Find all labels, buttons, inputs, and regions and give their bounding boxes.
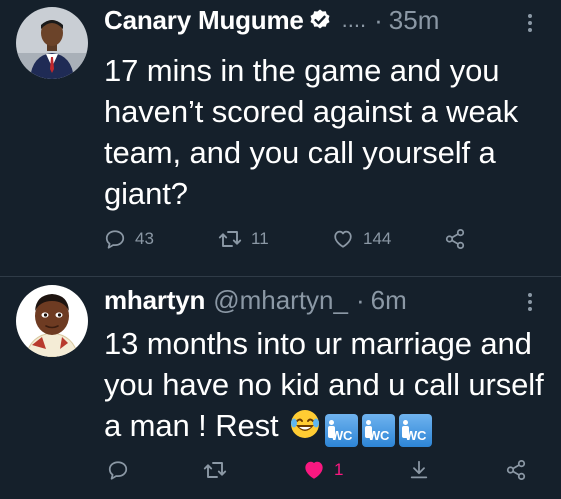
avatar[interactable] — [16, 285, 88, 357]
share-icon — [445, 228, 465, 250]
reply-icon — [108, 461, 128, 480]
tweet-text-body: 13 months into ur marriage and you have … — [104, 326, 544, 443]
more-vertical-icon[interactable] — [527, 291, 533, 313]
retweet-button[interactable]: 11 — [218, 228, 269, 250]
heart-icon — [334, 230, 352, 248]
author-handle[interactable]: @mhartyn_ — [213, 285, 348, 316]
author-name[interactable]: mhartyn — [104, 285, 205, 316]
share-button[interactable] — [444, 228, 466, 250]
tweet-time[interactable]: 35m — [389, 5, 440, 36]
reply-icon — [105, 230, 125, 249]
verified-badge-icon — [308, 8, 332, 32]
tweet-header: Canary Mugume .... · 35m — [104, 3, 439, 37]
retweet-icon — [203, 462, 227, 478]
tweet-header: mhartyn @mhartyn_ · 6m — [104, 283, 407, 317]
download-button[interactable] — [408, 459, 430, 481]
more-vertical-icon[interactable] — [527, 12, 533, 34]
reply-button[interactable] — [107, 459, 138, 481]
reply-count: 43 — [135, 229, 154, 248]
laughing-tears-emoji — [289, 408, 321, 450]
share-icon — [506, 459, 526, 481]
like-count: 144 — [363, 229, 392, 248]
restroom-icon: WC — [399, 414, 433, 447]
restroom-icon: WC — [325, 414, 359, 447]
like-button[interactable]: 1 — [303, 459, 343, 481]
avatar[interactable] — [16, 7, 88, 79]
retweet-count: 11 — [251, 229, 269, 248]
tweet-canary[interactable]: Canary Mugume .... · 35m 17 mins in the … — [0, 0, 561, 276]
tweet-mhartyn[interactable]: mhartyn @mhartyn_ · 6m 13 months into ur… — [0, 277, 561, 499]
share-button[interactable] — [505, 459, 527, 481]
like-button[interactable]: 144 — [332, 228, 391, 250]
like-count: 1 — [334, 460, 344, 479]
tweet-time[interactable]: 6m — [371, 285, 407, 316]
retweet-icon — [218, 231, 242, 247]
separator-dot: · — [355, 284, 365, 315]
tweet-actions: 1 — [0, 459, 561, 487]
restroom-icon: WC — [362, 414, 396, 447]
reply-button[interactable]: 43 — [104, 228, 154, 250]
author-handle: .... — [341, 7, 367, 32]
tweet-text: 13 months into ur marriage and you have … — [104, 323, 549, 450]
tweet-text: 17 mins in the game and you haven’t scor… — [104, 53, 519, 211]
separator-dot: · — [374, 4, 383, 35]
heart-icon — [305, 461, 323, 479]
download-icon — [410, 460, 428, 479]
author-name[interactable]: Canary Mugume — [104, 5, 304, 36]
tweet-actions: 43 11 144 — [0, 228, 561, 256]
retweet-button[interactable] — [203, 459, 236, 481]
